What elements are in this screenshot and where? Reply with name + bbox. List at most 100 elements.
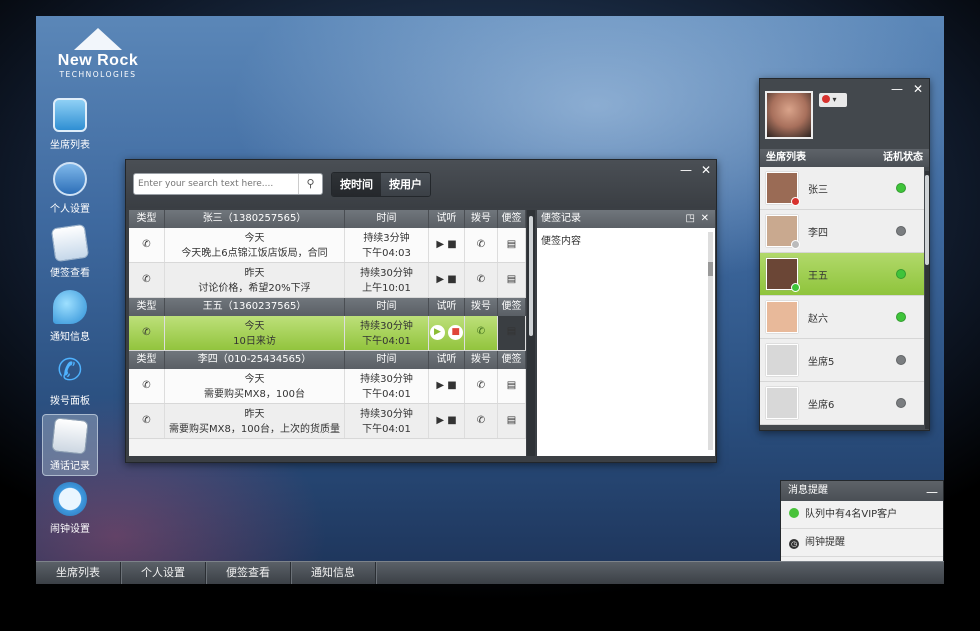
note-icon[interactable]: ▤ [498,316,526,350]
notes-icon [50,223,90,263]
call-note: 10日来访 [233,336,276,347]
online-status-icon [896,312,906,322]
message-panel: 消息提醒 — 队列中有4名VIP客户 ◷ 闹钟提醒 [780,480,944,563]
group-contact: 李四（010-25434565） [165,351,345,369]
sort-by-time-button[interactable]: 按时间 [332,173,381,196]
col-dial: 拨号 [465,210,498,228]
contact-name: 坐席5 [808,356,835,368]
message-item[interactable]: 队列中有4名VIP客户 [781,501,943,529]
call-day: 今天 [244,233,265,244]
play-icon[interactable]: ▶ ■ [429,404,465,438]
dial-icon[interactable]: ✆ [465,404,498,438]
desktop: New Rock TECHNOLOGIES 坐席列表 个人设置 便签查看 通知信… [36,16,944,584]
contacts-scrollbar[interactable] [925,171,929,429]
call-duration: 持续30分钟 [360,268,413,279]
contact-item[interactable]: 坐席6 [760,382,924,425]
scrollbar-thumb[interactable] [529,216,533,336]
dock-item-alarm[interactable]: 闹钟设置 [42,478,98,540]
table-scrollbar[interactable] [527,210,535,456]
table-row[interactable]: ✆ 今天 需要购买MX8，100台 持续30分钟 下午04:01 ▶ ■ ✆ ▤ [129,369,526,404]
incoming-call-icon: ✆ [129,263,165,297]
notes-scrollbar[interactable] [708,232,713,450]
default-avatar-icon [766,387,798,419]
sort-by-user-button[interactable]: 按用户 [381,173,430,196]
call-duration: 持续30分钟 [360,409,413,420]
col-type: 类型 [129,298,165,316]
table-row-selected[interactable]: ✆ 今天 10日来访 持续30分钟 下午04:01 ▶ ■ ✆ ▤ [129,316,526,351]
contact-item[interactable]: 坐席5 [760,339,924,382]
play-icon[interactable]: ▶ ■ [429,263,465,297]
minimize-icon[interactable]: — [923,482,941,502]
call-duration: 持续30分钟 [360,374,413,385]
dial-icon[interactable]: ✆ [465,369,498,403]
play-icon[interactable]: ▶ ■ [429,369,465,403]
play-icon[interactable]: ▶ [429,325,445,340]
expand-icon[interactable]: ◳ [686,210,695,228]
scrollbar-thumb[interactable] [925,175,929,265]
call-note: 讨论价格，希望20%下浮 [198,283,311,294]
dock-item-settings[interactable]: 个人设置 [42,158,98,220]
col-listen: 试听 [429,298,465,316]
avatar [766,301,798,333]
offline-status-icon [896,355,906,365]
call-records-window: — ✕ ⚲ 按时间 按用户 类型 张三（1380257565） 时间 试听 拨号… [125,159,717,463]
close-icon[interactable]: ✕ [697,163,715,177]
offline-status-icon [896,398,906,408]
call-day: 今天 [244,374,265,385]
taskbar-tab-notifications[interactable]: 通知信息 [291,562,376,584]
col-listen: 试听 [429,351,465,369]
contact-name: 张三 [808,184,828,196]
taskbar-tab-notes[interactable]: 便签查看 [206,562,291,584]
call-clock: 下午04:03 [362,248,411,259]
note-icon[interactable]: ▤ [498,263,526,297]
group-header: 类型 王五（1360237565） 时间 试听 拨号 便签 [129,298,526,316]
taskbar-tab-settings[interactable]: 个人设置 [121,562,206,584]
search-icon[interactable]: ⚲ [298,174,322,194]
search-input[interactable] [134,174,294,194]
contact-item[interactable]: 张三 [760,167,924,210]
play-icon[interactable]: ▶ ■ [429,228,465,262]
table-row[interactable]: ✆ 今天 今天晚上6点锦江饭店饭局，合同 持续3分钟 下午04:03 ▶ ■ ✆… [129,228,526,263]
message-title: 消息提醒 [788,485,828,496]
minimize-icon[interactable]: — [888,82,906,96]
alarm-clock-icon [53,482,87,516]
dial-icon[interactable]: ✆ [465,316,498,350]
avatar [766,258,800,292]
taskbar-tab-contacts[interactable]: 坐席列表 [36,562,121,584]
dock-item-contacts[interactable]: 坐席列表 [42,94,98,156]
status-dropdown[interactable]: ▾ [819,93,847,107]
contact-item[interactable]: 李四 [760,210,924,253]
close-icon[interactable]: ✕ [909,82,927,96]
table-row[interactable]: ✆ 昨天 讨论价格，希望20%下浮 持续30分钟 上午10:01 ▶ ■ ✆ ▤ [129,263,526,298]
table-row[interactable]: ✆ 昨天 需要购买MX8，100台，上次的货质量 持续30分钟 下午04:01 … [129,404,526,439]
contact-item[interactable]: 赵六 [760,296,924,339]
close-icon[interactable]: ✕ [701,210,709,228]
minimize-icon[interactable]: — [677,163,695,177]
avatar[interactable] [765,91,813,139]
dial-icon[interactable]: ✆ [465,228,498,262]
message-header: 消息提醒 — [781,481,943,501]
note-icon[interactable]: ▤ [498,369,526,403]
notes-content[interactable]: 便签内容 [537,228,715,251]
call-summary: 昨天 需要购买MX8，100台，上次的货质量 [165,404,345,438]
col-time: 时间 [345,210,429,228]
dock-item-notes[interactable]: 便签查看 [42,222,98,284]
scrollbar-thumb[interactable] [708,262,713,276]
default-avatar-icon [766,344,798,376]
brand-name: New Rock [57,52,139,69]
clock-icon: ◷ [789,539,799,549]
mountain-logo-icon [74,28,122,50]
call-time: 持续30分钟 下午04:01 [345,404,429,438]
contact-item-selected[interactable]: 王五 [760,253,924,296]
away-badge-icon [791,240,800,249]
message-item[interactable]: ◷ 闹钟提醒 [781,529,943,557]
col-type: 类型 [129,210,165,228]
stop-icon[interactable]: ■ [448,325,464,340]
dock-item-call-records[interactable]: 通话记录 [42,414,98,476]
dock-item-dialpad[interactable]: ✆ 拨号面板 [42,350,98,412]
note-icon[interactable]: ▤ [498,404,526,438]
note-icon[interactable]: ▤ [498,228,526,262]
sort-toggle: 按时间 按用户 [331,172,431,197]
dial-icon[interactable]: ✆ [465,263,498,297]
dock-item-notifications[interactable]: 通知信息 [42,286,98,348]
